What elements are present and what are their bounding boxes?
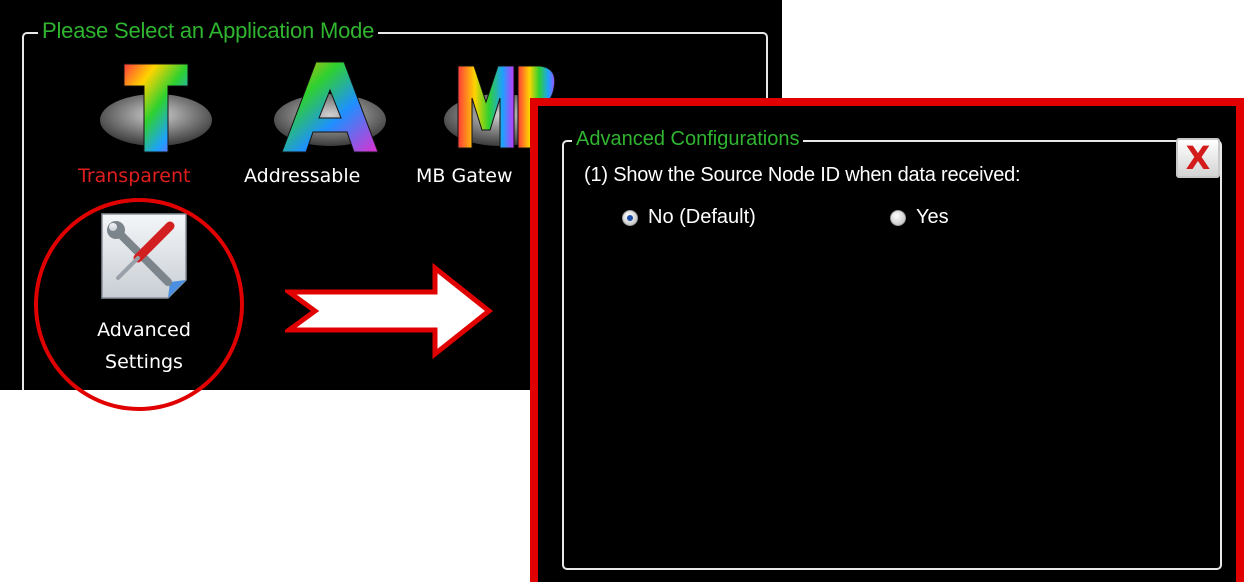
- radio-option-yes[interactable]: Yes: [890, 206, 949, 229]
- radio-button-unchecked[interactable]: [890, 209, 906, 226]
- advanced-configurations-dialog: Advanced Configurations X (1) Show the S…: [530, 98, 1244, 582]
- radio-button-checked[interactable]: [622, 209, 638, 226]
- advanced-configurations-title: Advanced Configurations: [572, 126, 804, 152]
- source-node-id-question: (1) Show the Source Node ID when data re…: [584, 164, 1021, 186]
- advanced-configurations-group: Advanced Configurations: [562, 126, 1222, 570]
- addressable-mode-label[interactable]: Addressable: [244, 165, 360, 187]
- transparent-mode-label[interactable]: Transparent: [78, 165, 191, 187]
- radio-label-yes[interactable]: Yes: [916, 206, 949, 229]
- highlight-circle: [34, 198, 244, 411]
- close-icon: X: [1185, 139, 1211, 177]
- radio-label-no-default[interactable]: No (Default): [648, 206, 756, 229]
- mb-gateway-mode-label[interactable]: MB Gatew: [416, 165, 513, 187]
- transparent-mode-icon[interactable]: [96, 58, 216, 158]
- addressable-mode-icon[interactable]: [270, 58, 390, 158]
- right-arrow-icon: [285, 262, 494, 360]
- close-button[interactable]: X: [1176, 138, 1220, 178]
- radio-option-no-default[interactable]: No (Default): [622, 206, 756, 229]
- application-mode-group-title: Please Select an Application Mode: [38, 18, 379, 44]
